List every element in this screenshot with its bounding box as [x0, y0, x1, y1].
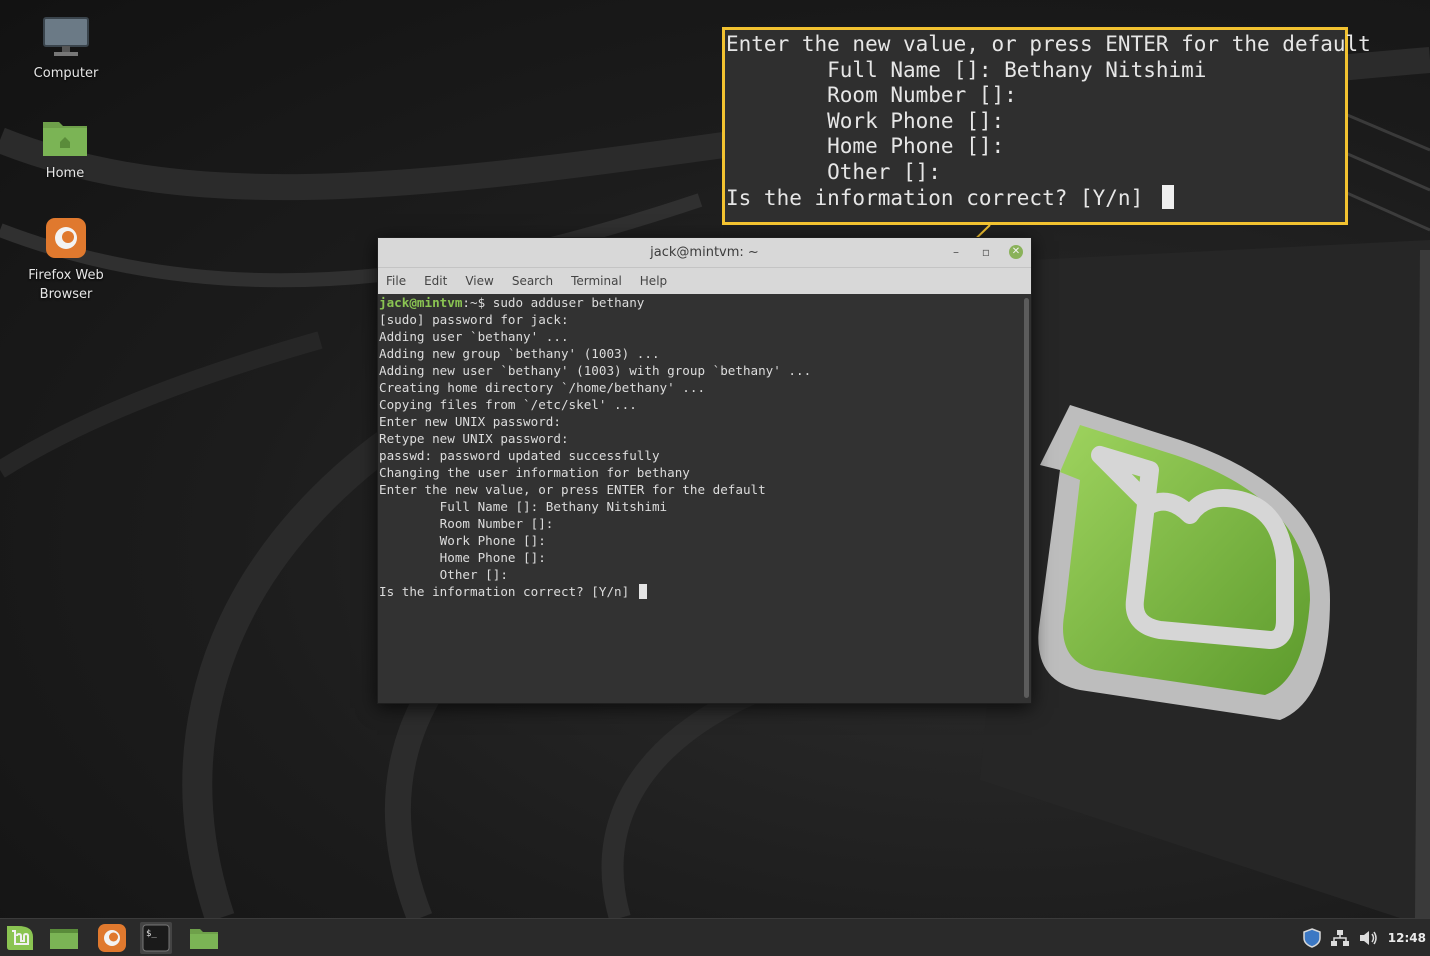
menu-terminal[interactable]: Terminal — [571, 274, 622, 288]
mint-menu-icon — [7, 926, 33, 950]
terminal-output[interactable]: jack@mintvm:~$ sudo adduser bethany [sud… — [378, 294, 1031, 703]
volume-icon[interactable] — [1356, 926, 1380, 950]
output-line: Retype new UNIX password: — [379, 431, 569, 446]
firefox-launcher[interactable] — [96, 922, 128, 954]
scrollbar[interactable] — [1024, 298, 1029, 698]
folder-home-icon — [43, 122, 87, 156]
show-desktop-icon — [50, 929, 78, 949]
input-line[interactable]: Is the information correct? [Y/n] — [379, 583, 1031, 600]
window-titlebar[interactable]: jack@mintvm: ~ – ▫ ✕ — [378, 238, 1031, 268]
taskbar: $_ 12:48 — [0, 918, 1430, 956]
shield-update-icon[interactable] — [1300, 926, 1324, 950]
mint-menu-button[interactable] — [4, 922, 36, 954]
output-line: Copying files from `/etc/skel' ... — [379, 397, 637, 412]
window-title: jack@mintvm: ~ — [650, 245, 759, 260]
menu-view[interactable]: View — [465, 274, 493, 288]
desktop-icon-firefox[interactable]: Firefox Web Browser — [1, 216, 131, 304]
text-cursor — [638, 584, 647, 599]
output-line: Enter the new value, or press ENTER for … — [379, 482, 766, 497]
prompt-line: jack@mintvm:~$ sudo adduser bethany — [379, 294, 1031, 311]
desktop-icon-label: Home — [45, 166, 85, 181]
show-desktop-button[interactable] — [48, 922, 80, 954]
terminal-icon: $_ — [142, 924, 170, 952]
clock[interactable]: 12:48 — [1388, 931, 1426, 945]
prompt-path: :~$ — [462, 295, 493, 310]
callout-line: Enter the new value, or press ENTER for … — [726, 32, 1371, 56]
callout-confirm-prompt: Is the information correct? [Y/n] — [726, 186, 1156, 210]
callout-line: Home Phone []: — [726, 134, 1005, 158]
command-text: sudo adduser bethany — [492, 295, 645, 310]
output-line: Work Phone []: — [379, 533, 546, 548]
prompt-user: jack@mintvm — [379, 295, 463, 310]
output-line: passwd: password updated successfully — [379, 448, 660, 463]
output-line: Enter new UNIX password: — [379, 414, 561, 429]
callout-line: Work Phone []: — [726, 108, 1005, 133]
monitor-icon — [43, 17, 89, 56]
desktop-icon-label: Firefox Web Browser — [28, 268, 104, 302]
maximize-button[interactable]: ▫ — [979, 245, 993, 259]
menu-file[interactable]: File — [386, 274, 406, 288]
menubar: File Edit View Search Terminal Help — [378, 268, 1031, 294]
menu-search[interactable]: Search — [512, 274, 553, 288]
desktop-icon-label: Computer — [33, 66, 99, 81]
zoom-callout: Enter the new value, or press ENTER for … — [722, 27, 1371, 225]
close-button[interactable]: ✕ — [1009, 245, 1023, 259]
menu-help[interactable]: Help — [640, 274, 667, 288]
terminal-launcher[interactable]: $_ — [140, 922, 172, 954]
output-line: Creating home directory `/home/bethany' … — [379, 380, 706, 395]
callout-line: Other []: — [726, 159, 941, 184]
callout-line: Room Number []: — [726, 83, 1017, 107]
output-line: Changing the user information for bethan… — [379, 465, 690, 480]
text-cursor — [1161, 185, 1174, 209]
callout-line: Full Name []: Bethany Nitshimi — [726, 57, 1207, 82]
output-line: Adding new group `bethany' (1003) ... — [379, 346, 660, 361]
output-line: Other []: — [379, 567, 508, 582]
output-line: Adding new user `bethany' (1003) with gr… — [379, 363, 812, 378]
output-line: [sudo] password for jack: — [379, 312, 569, 327]
network-icon[interactable] — [1328, 926, 1352, 950]
minimize-button[interactable]: – — [949, 245, 963, 259]
system-tray: 12:48 — [1300, 919, 1430, 956]
output-line: Full Name []: Bethany Nitshimi — [379, 499, 668, 514]
confirm-prompt: Is the information correct? [Y/n] — [379, 584, 637, 599]
firefox-icon — [46, 218, 86, 258]
firefox-icon — [98, 924, 126, 952]
output-line: Adding user `bethany' ... — [379, 329, 569, 344]
callout-line: Is the information correct? [Y/n] — [726, 185, 1345, 211]
terminal-window[interactable]: jack@mintvm: ~ – ▫ ✕ File Edit View Sear… — [377, 237, 1032, 704]
files-icon — [190, 929, 218, 949]
desktop-icon-computer[interactable]: Computer — [1, 16, 131, 83]
svg-text:$_: $_ — [146, 929, 157, 939]
output-line: Room Number []: — [379, 516, 554, 531]
desktop-icon-home[interactable]: Home — [0, 116, 130, 183]
menu-edit[interactable]: Edit — [424, 274, 447, 288]
output-line: Home Phone []: — [379, 550, 546, 565]
files-launcher[interactable] — [188, 922, 220, 954]
